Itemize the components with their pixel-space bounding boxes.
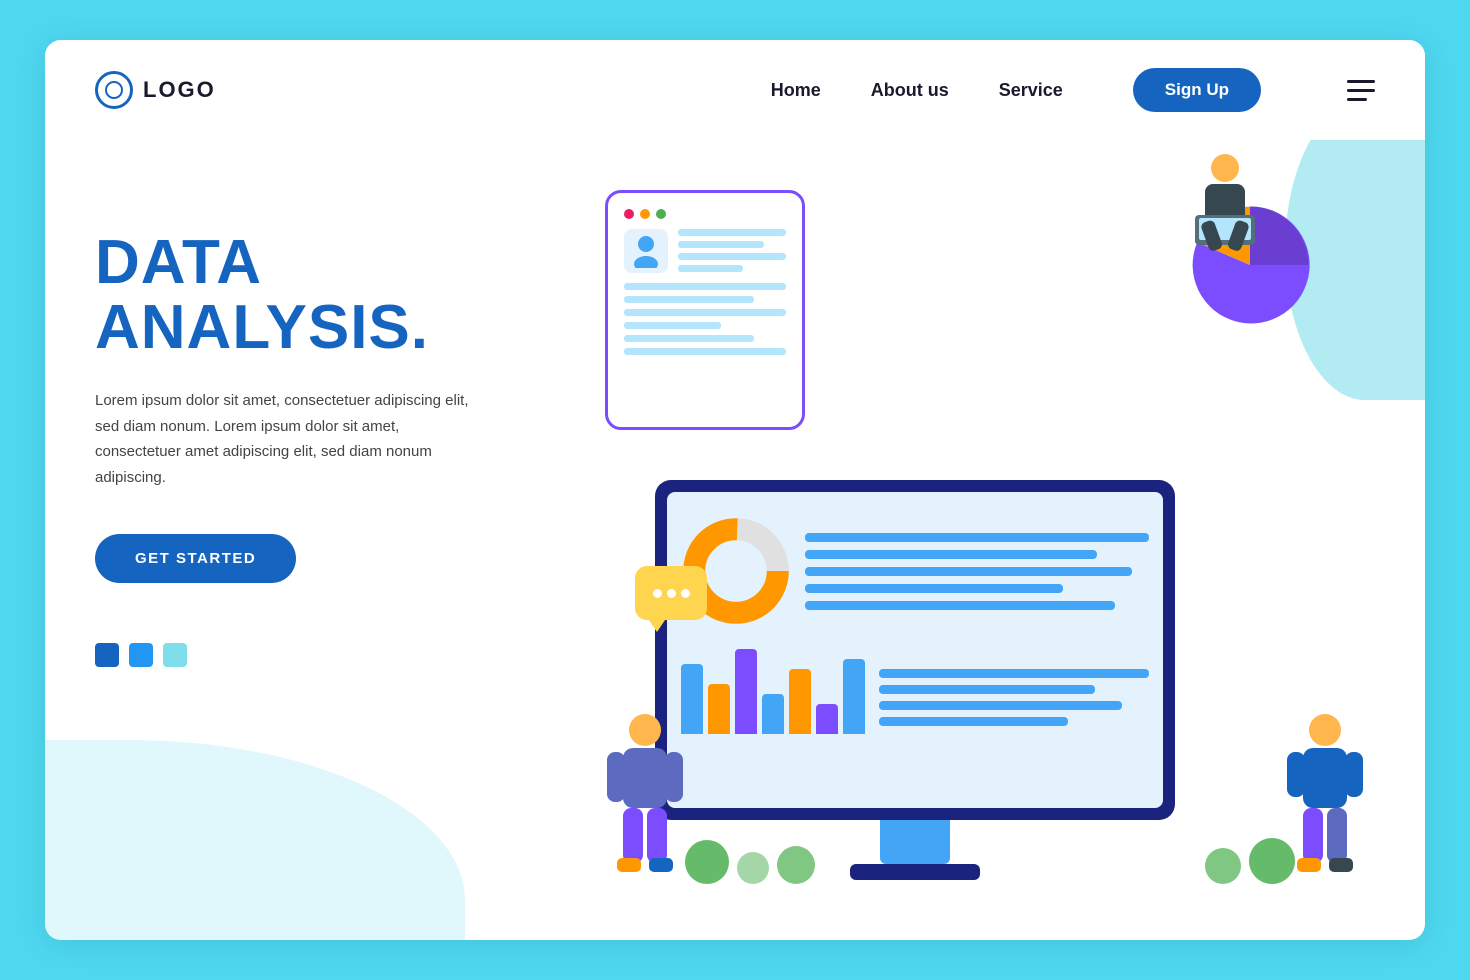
nav-links: Home About us Service Sign Up [771, 68, 1375, 112]
person-sitting [1175, 150, 1275, 285]
bar-4 [762, 694, 784, 734]
person-sitting-svg [1175, 150, 1275, 280]
card-dot-green [656, 209, 666, 219]
card-more-line-3 [624, 309, 786, 316]
card-more-line-4 [624, 322, 721, 329]
indicator-dot-3 [163, 643, 187, 667]
card-avatar [624, 229, 668, 273]
person-left [605, 710, 685, 885]
signup-button[interactable]: Sign Up [1133, 68, 1261, 112]
monitor-container [655, 480, 1175, 880]
bottom-line-1 [879, 669, 1149, 678]
hamburger-line-3 [1347, 98, 1367, 101]
card-line-4 [678, 265, 743, 272]
bottom-line-3 [879, 701, 1122, 710]
get-started-button[interactable]: GET STARTED [95, 534, 296, 583]
hamburger-menu[interactable] [1347, 80, 1375, 101]
card-more-line-2 [624, 296, 754, 303]
monitor-stand [880, 820, 950, 864]
nav-service[interactable]: Service [999, 80, 1063, 101]
nav-home[interactable]: Home [771, 80, 821, 101]
person-right [1285, 710, 1365, 885]
screen-line-2 [805, 550, 1097, 559]
plant-3 [777, 846, 815, 884]
plants-right [1205, 838, 1295, 884]
screen-line-3 [805, 567, 1132, 576]
screen-line-4 [805, 584, 1063, 593]
main-content: DATA ANALYSIS. Lorem ipsum dolor sit ame… [45, 140, 1425, 940]
hamburger-line-1 [1347, 80, 1375, 83]
card-more-lines [624, 283, 786, 355]
screen-bottom-section [681, 644, 1149, 734]
left-panel: DATA ANALYSIS. Lorem ipsum dolor sit ame… [95, 170, 575, 940]
logo-icon [95, 71, 133, 109]
bar-chart [681, 644, 865, 734]
avatar-icon [632, 234, 660, 268]
screen-top-section [681, 506, 1149, 636]
hero-title-line1: DATA [95, 228, 262, 297]
logo-area: LOGO [95, 71, 216, 109]
chat-dot-1 [653, 589, 662, 598]
hamburger-line-2 [1347, 89, 1375, 92]
plant-4 [1205, 848, 1241, 884]
card-more-line-5 [624, 335, 754, 342]
card-line-3 [678, 253, 786, 260]
indicator-dot-2 [129, 643, 153, 667]
card-content [624, 229, 786, 273]
document-card [605, 190, 805, 430]
person-right-svg [1285, 710, 1365, 880]
dot-indicators [95, 643, 575, 667]
indicator-dot-1 [95, 643, 119, 667]
plant-1 [685, 840, 729, 884]
navbar: LOGO Home About us Service Sign Up [45, 40, 1425, 140]
screen-bottom-lines [879, 669, 1149, 734]
plant-2 [737, 852, 769, 884]
nav-about[interactable]: About us [871, 80, 949, 101]
bar-5 [789, 669, 811, 734]
screen-line-5 [805, 601, 1115, 610]
screen-line-1 [805, 533, 1149, 542]
screen-lines-block [805, 533, 1149, 610]
hero-title-line2: ANALYSIS. [95, 293, 429, 362]
card-header [624, 209, 786, 219]
card-line-2 [678, 241, 764, 248]
monitor-screen [667, 492, 1163, 808]
bar-6 [816, 704, 838, 734]
hero-description: Lorem ipsum dolor sit amet, consectetuer… [95, 388, 475, 490]
chat-dot-2 [667, 589, 676, 598]
monitor-base [850, 864, 980, 880]
main-page: LOGO Home About us Service Sign Up DATA … [45, 40, 1425, 940]
monitor-body [655, 480, 1175, 820]
bar-3 [735, 649, 757, 734]
bottom-line-4 [879, 717, 1068, 726]
card-more-line-1 [624, 283, 786, 290]
card-dot-pink [624, 209, 634, 219]
card-line-1 [678, 229, 786, 236]
card-more-line-6 [624, 348, 786, 355]
plants-left [685, 840, 815, 884]
chat-dot-3 [681, 589, 690, 598]
chat-bubble-tail [649, 620, 665, 632]
bottom-line-2 [879, 685, 1095, 694]
hero-title: DATA ANALYSIS. [95, 230, 575, 360]
card-text-lines [678, 229, 786, 273]
bar-7 [843, 659, 865, 734]
card-dot-orange [640, 209, 650, 219]
bar-2 [708, 684, 730, 734]
person-left-svg [605, 710, 685, 880]
right-panel [575, 170, 1375, 940]
logo-text: LOGO [143, 77, 216, 103]
chat-bubble [635, 566, 707, 620]
